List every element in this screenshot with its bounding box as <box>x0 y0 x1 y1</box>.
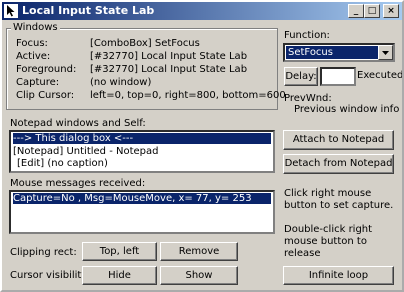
list-item[interactable]: [Edit] (no caption) <box>17 158 108 169</box>
prevwnd-value: Previous window info <box>294 104 400 115</box>
window-title: Local Input State Lab <box>22 4 155 17</box>
notepad-listbox[interactable]: ---> This dialog box <--- [Notepad] Unti… <box>9 130 275 173</box>
maximize-button[interactable]: □ <box>364 4 380 18</box>
active-label: Active: <box>16 51 51 62</box>
clip-cursor-label: Clip Cursor: <box>16 90 75 101</box>
windows-group-title: Windows <box>11 22 60 33</box>
focus-label: Focus: <box>16 38 48 49</box>
function-combobox[interactable]: SetFocus <box>283 43 395 62</box>
capture-value: (no window) <box>90 77 152 88</box>
function-label: Function: <box>284 30 330 41</box>
title-bar[interactable]: Local Input State Lab _ □ × <box>2 2 402 20</box>
close-button[interactable]: × <box>383 4 399 18</box>
detach-from-notepad-button[interactable]: Detach from Notepad <box>283 154 394 174</box>
hide-button[interactable]: Hide <box>82 266 157 285</box>
chevron-down-icon <box>382 51 389 55</box>
active-value: [#32770] Local Input State Lab <box>90 51 248 62</box>
foreground-value: [#32770] Local Input State Lab <box>90 64 248 75</box>
capture-label: Capture: <box>16 77 60 88</box>
dropdown-button[interactable] <box>378 45 393 60</box>
clip-cursor-value: left=0, top=0, right=800, bottom=600 <box>90 90 286 101</box>
mouse-messages-label: Mouse messages received: <box>10 178 146 189</box>
attach-to-notepad-button[interactable]: Attach to Notepad <box>283 130 394 150</box>
list-item[interactable]: [Notepad] Untitled - Notepad <box>13 146 159 157</box>
main-window: Local Input State Lab _ □ × Windows Focu… <box>0 0 404 292</box>
delay-input[interactable] <box>320 67 356 86</box>
show-button[interactable]: Show <box>160 266 238 285</box>
mouse-messages-listbox[interactable]: Capture=No , Msg=MouseMove, x= 77, y= 25… <box>9 190 275 234</box>
list-item[interactable]: Capture=No , Msg=MouseMove, x= 77, y= 25… <box>13 193 271 204</box>
release-hint: Double-click right mouse button to relea… <box>284 224 373 259</box>
delay-button[interactable]: Delay: <box>284 67 318 86</box>
function-selected: SetFocus <box>286 46 378 59</box>
foreground-label: Foreground: <box>16 64 77 75</box>
executed-label: Executed <box>357 70 404 81</box>
top-left-button[interactable]: Top, left <box>82 242 157 261</box>
capture-hint: Click right mouse button to set capture. <box>284 188 394 211</box>
minimize-button[interactable]: _ <box>348 4 364 18</box>
cursor-app-icon[interactable] <box>4 4 18 18</box>
cursor-visibility-label: Cursor visibility: <box>10 270 90 281</box>
notepad-list-label: Notepad windows and Self: <box>10 118 146 129</box>
infinite-loop-button[interactable]: Infinite loop <box>283 266 394 285</box>
list-item[interactable]: ---> This dialog box <--- <box>13 133 271 144</box>
remove-button[interactable]: Remove <box>160 242 238 261</box>
prevwnd-label: PrevWnd: <box>284 93 332 104</box>
clipping-rect-label: Clipping rect: <box>10 247 77 258</box>
focus-value: [ComboBox] SetFocus <box>90 38 200 49</box>
